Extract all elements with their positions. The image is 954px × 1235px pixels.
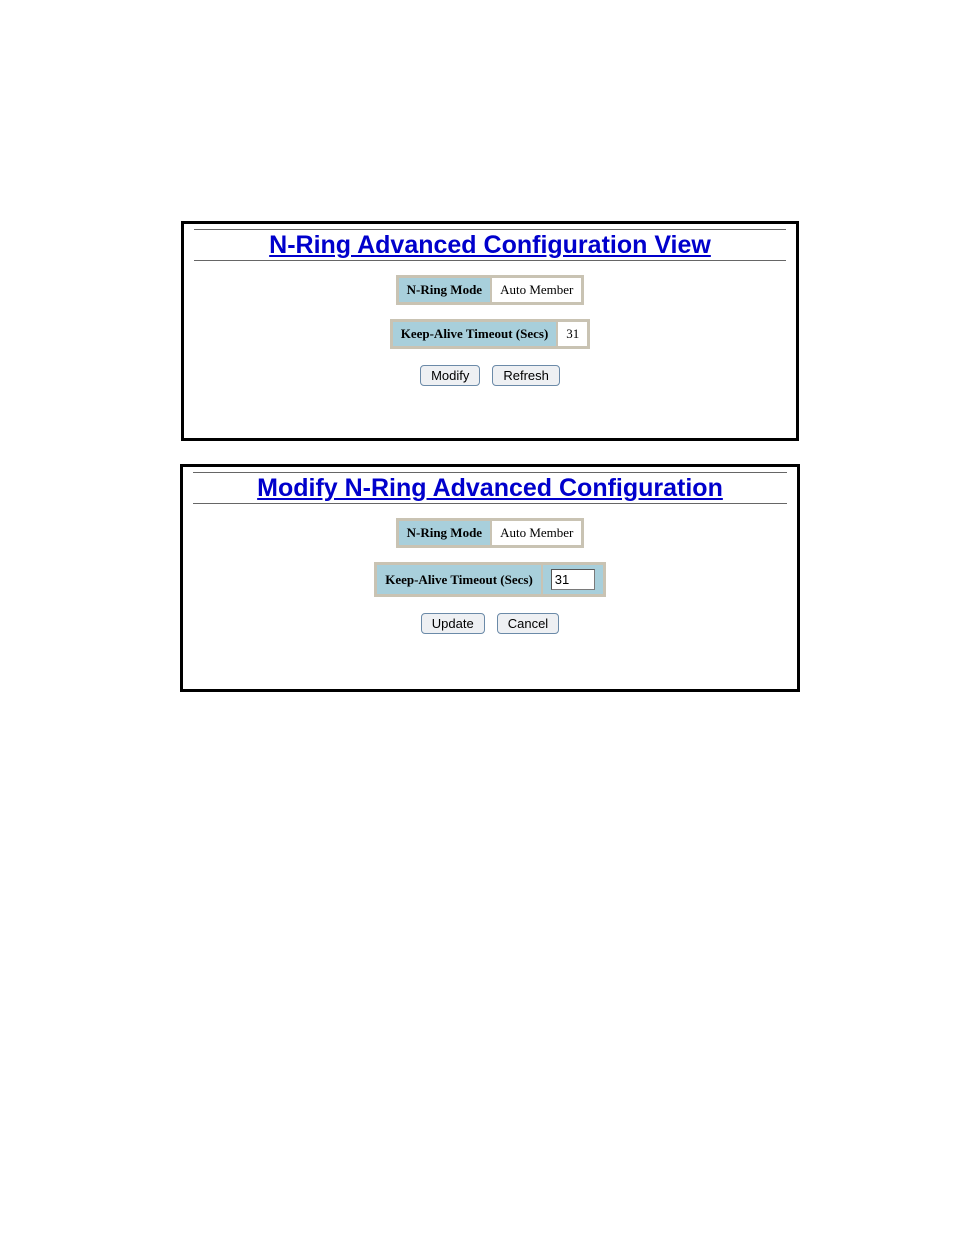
modify-mode-table: N-Ring Mode Auto Member xyxy=(396,518,585,548)
modify-button[interactable]: Modify xyxy=(420,365,480,386)
view-timeout-label: Keep-Alive Timeout (Secs) xyxy=(392,321,558,347)
view-timeout-table: Keep-Alive Timeout (Secs) 31 xyxy=(390,319,591,349)
modify-mode-label: N-Ring Mode xyxy=(398,520,491,546)
view-mode-table: N-Ring Mode Auto Member xyxy=(396,275,585,305)
view-button-row: Modify Refresh xyxy=(184,365,796,386)
modify-divider xyxy=(193,503,787,504)
view-panel: N-Ring Advanced Configuration View N-Rin… xyxy=(181,221,799,441)
modify-timeout-input[interactable] xyxy=(551,569,595,590)
modify-mode-value: Auto Member xyxy=(491,520,582,546)
page-container: N-Ring Advanced Configuration View N-Rin… xyxy=(0,0,954,1235)
view-title-link[interactable]: N-Ring Advanced Configuration View xyxy=(194,229,786,260)
modify-panel: Modify N-Ring Advanced Configuration N-R… xyxy=(180,464,800,692)
view-mode-value: Auto Member xyxy=(491,277,582,303)
modify-title-link[interactable]: Modify N-Ring Advanced Configuration xyxy=(193,472,787,503)
modify-title-wrap: Modify N-Ring Advanced Configuration xyxy=(183,472,797,503)
view-title-wrap: N-Ring Advanced Configuration View xyxy=(184,229,796,260)
modify-timeout-label: Keep-Alive Timeout (Secs) xyxy=(376,564,542,595)
cancel-button[interactable]: Cancel xyxy=(497,613,559,634)
update-button[interactable]: Update xyxy=(421,613,485,634)
modify-timeout-table: Keep-Alive Timeout (Secs) xyxy=(374,562,606,597)
modify-button-row: Update Cancel xyxy=(183,613,797,634)
view-divider xyxy=(194,260,786,261)
refresh-button[interactable]: Refresh xyxy=(492,365,560,386)
modify-timeout-input-cell xyxy=(542,564,604,595)
view-timeout-value: 31 xyxy=(557,321,588,347)
view-mode-label: N-Ring Mode xyxy=(398,277,491,303)
